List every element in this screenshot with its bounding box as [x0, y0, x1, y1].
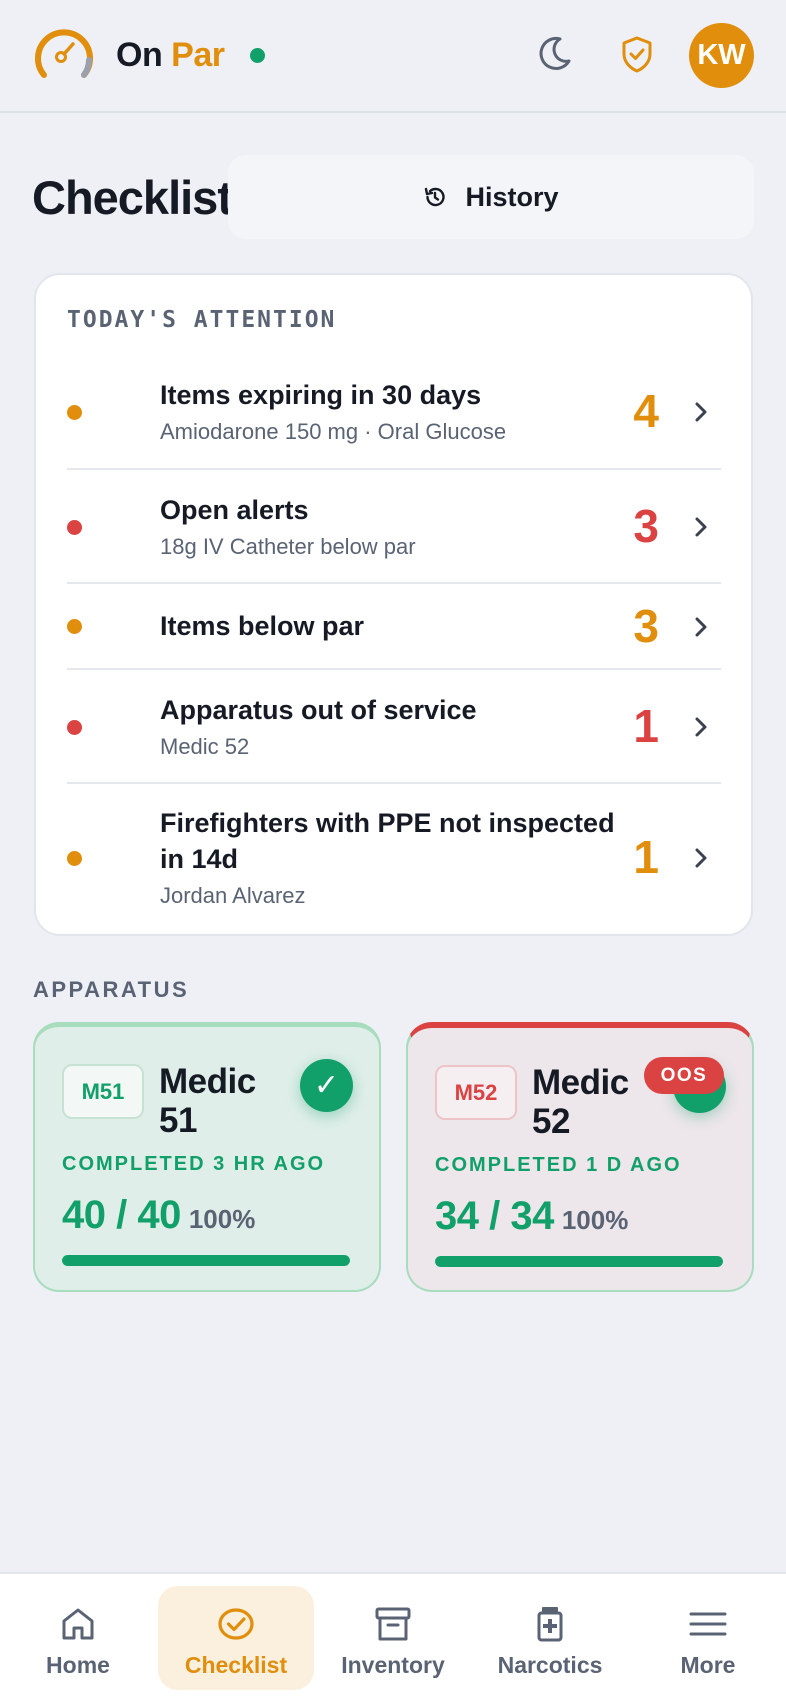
attention-count: 1 [633, 700, 659, 752]
attention-sub: Amiodarone 150 mg · Oral Glucose [160, 419, 507, 444]
menu-icon [689, 1612, 727, 1636]
nav-label: More [680, 1652, 736, 1678]
nav-label: Narcotics [497, 1652, 603, 1678]
attention-row-out-of-service[interactable]: Apparatus out of service Medic 52 1 [67, 670, 721, 784]
shield-check-icon[interactable] [617, 34, 657, 74]
attention-label: Items below par [160, 611, 365, 641]
history-button[interactable]: History [228, 155, 754, 239]
attention-label: Open alerts [160, 495, 309, 525]
chevron-right-icon [695, 517, 707, 537]
apparatus-card-medic-51[interactable]: M51 Medic 51 ✓ COMPLETED 3 HR AGO 40 / 4… [33, 1022, 381, 1292]
count-total: 34 [510, 1194, 554, 1238]
attention-title: TODAY'S ATTENTION [67, 307, 337, 333]
unit-name: Medic 51 [159, 1062, 256, 1140]
attention-label: Apparatus out of service [160, 695, 477, 725]
count-done: 40 [62, 1193, 106, 1237]
completed-time: COMPLETED 1 D AGO [435, 1154, 682, 1176]
chevron-right-icon [695, 617, 707, 637]
out-of-service-badge: OOS [644, 1057, 724, 1094]
attention-count: 1 [633, 831, 659, 883]
brand-name-part1: On [116, 36, 163, 74]
progress-bar [435, 1256, 723, 1267]
check-count: 40 / 40 100% [62, 1193, 256, 1237]
completion-percent: 100% [561, 1205, 629, 1235]
warning-dot [67, 405, 82, 420]
history-label: History [465, 181, 559, 212]
apparatus-section-title: APPARATUS [33, 977, 190, 1002]
warning-dot [67, 851, 82, 866]
danger-dot [67, 520, 82, 535]
nav-label: Home [46, 1652, 110, 1678]
page-title: Checklist [32, 171, 233, 224]
attention-label: Items expiring in 30 days [160, 380, 482, 410]
check-icon: ✓ [300, 1059, 353, 1112]
unit-name: Medic 52 [532, 1063, 629, 1141]
attention-sub: 18g IV Catheter below par [160, 534, 416, 559]
user-avatar[interactable]: KW [689, 23, 754, 88]
nav-checklist[interactable]: Checklist [158, 1586, 314, 1690]
attention-count: 3 [633, 500, 659, 552]
chevron-right-icon [695, 402, 707, 422]
bottom-nav: Home Checklist Inventory Narcotics More [0, 1572, 786, 1704]
nav-home[interactable]: Home [0, 1586, 156, 1690]
chevron-right-icon [695, 717, 707, 737]
nav-more[interactable]: More [630, 1586, 786, 1690]
home-icon [62, 1608, 94, 1640]
unit-badge: M52 [435, 1065, 517, 1120]
attention-row-alerts[interactable]: Open alerts 18g IV Catheter below par 3 [67, 470, 721, 584]
brand-name[interactable]: On Par [116, 36, 225, 75]
progress-bar [62, 1255, 350, 1266]
attention-count: 3 [633, 600, 659, 652]
attention-label: Firefighters with PPE not inspected in 1… [160, 808, 615, 874]
completion-percent: 100% [188, 1204, 256, 1234]
brand-name-part2: Par [171, 36, 225, 74]
nav-narcotics[interactable]: Narcotics [472, 1586, 628, 1690]
attention-row-below-par[interactable]: Items below par 3 [67, 584, 721, 670]
top-bar: On Par KW [0, 0, 786, 113]
count-done: 34 [435, 1194, 479, 1238]
unit-badge: M51 [62, 1064, 144, 1119]
completed-time: COMPLETED 3 HR AGO [62, 1153, 326, 1175]
count-total: 40 [137, 1193, 181, 1237]
gauge-logo-icon [35, 29, 93, 78]
nav-inventory[interactable]: Inventory [315, 1586, 471, 1690]
checklist-icon [218, 1608, 254, 1640]
attention-sub: Medic 52 [160, 734, 250, 759]
attention-row-ppe[interactable]: Firefighters with PPE not inspected in 1… [67, 784, 721, 932]
nav-label: Checklist [184, 1652, 288, 1678]
danger-dot [67, 720, 82, 735]
progress-fill [62, 1255, 350, 1266]
narcotics-icon [537, 1607, 563, 1642]
attention-count: 4 [633, 385, 659, 437]
attention-card: TODAY'S ATTENTION Items expiring in 30 d… [34, 273, 753, 936]
nav-label: Inventory [341, 1652, 445, 1678]
moon-icon[interactable] [534, 34, 574, 74]
attention-sub: Jordan Alvarez [160, 883, 306, 908]
inventory-icon [375, 1607, 411, 1641]
chevron-right-icon [695, 848, 707, 868]
attention-row-expiring[interactable]: Items expiring in 30 days Amiodarone 150… [67, 355, 721, 470]
apparatus-card-medic-52[interactable]: M52 Medic 52 ✓ OOS COMPLETED 1 D AGO 34 … [406, 1022, 754, 1292]
warning-dot [67, 619, 82, 634]
progress-fill [435, 1256, 723, 1267]
history-icon [425, 187, 446, 207]
check-count: 34 / 34 100% [435, 1194, 629, 1238]
status-dot [250, 48, 265, 63]
